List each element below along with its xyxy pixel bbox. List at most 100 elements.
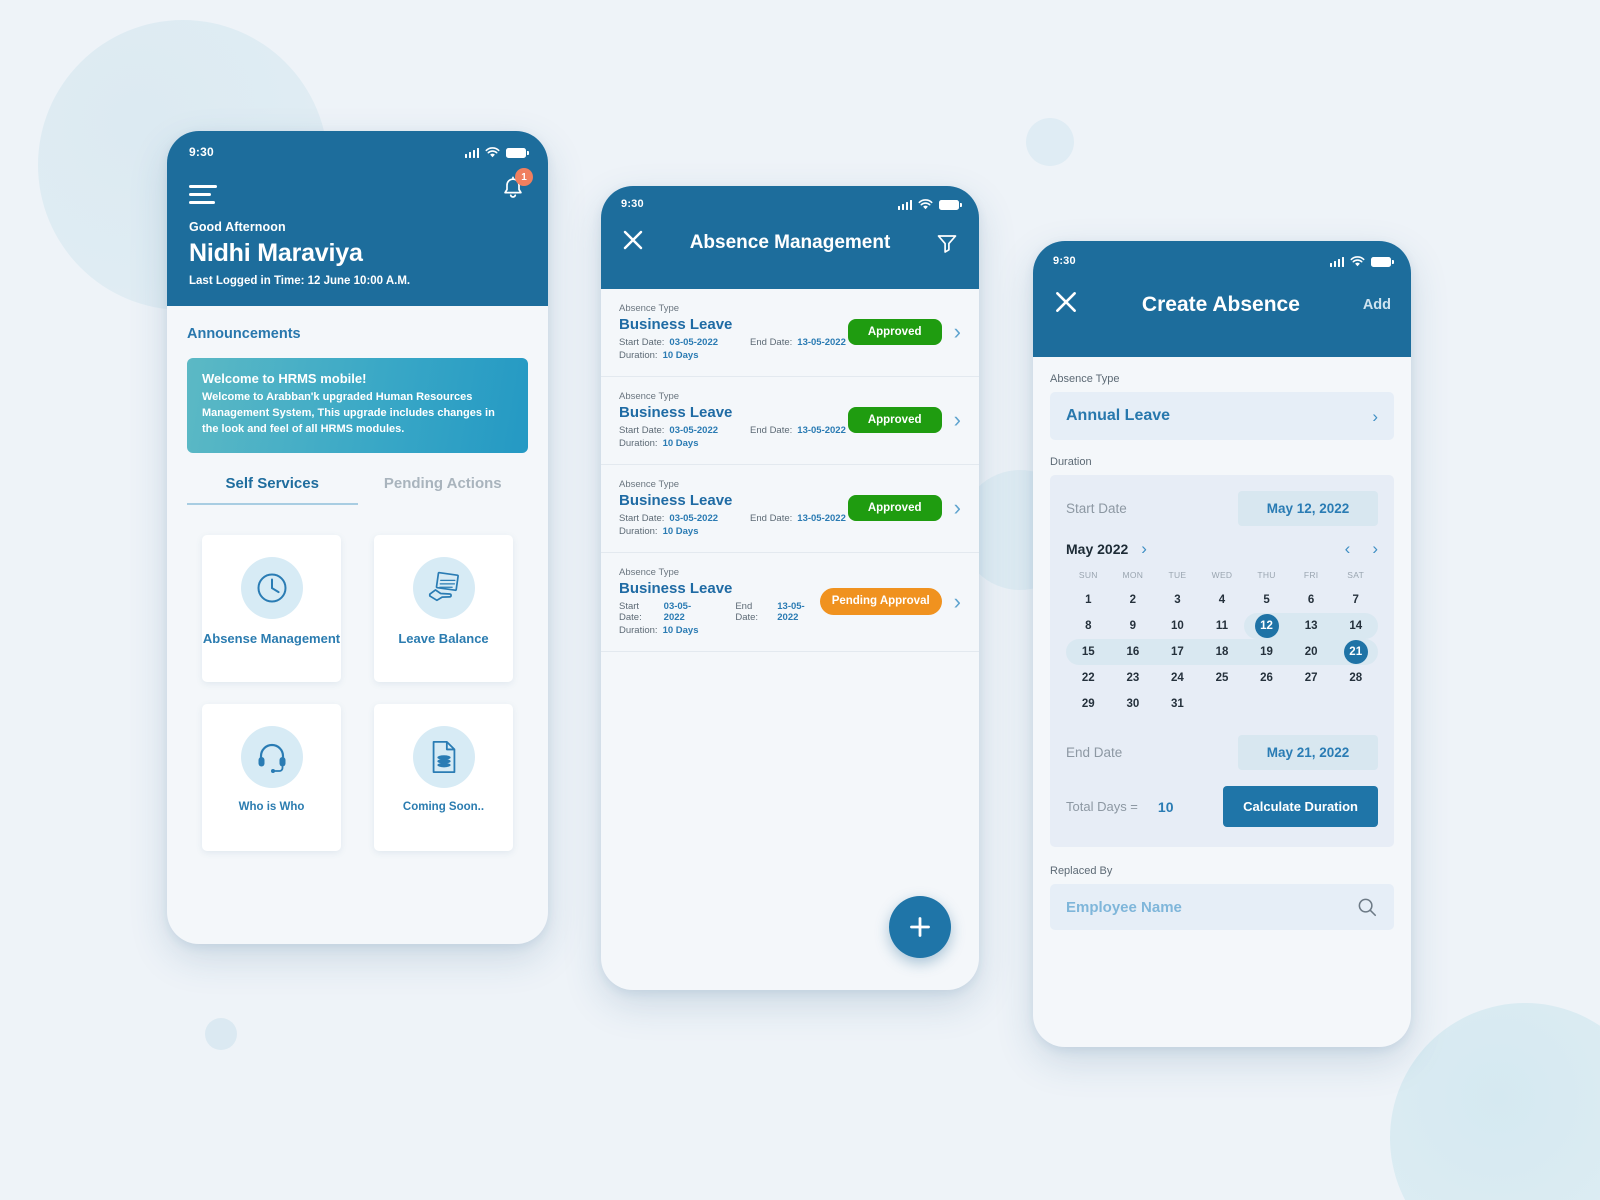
absence-dates: Start Date: 03-05-2022 End Date: 13-05-2… [619, 337, 848, 348]
employee-name-input[interactable] [1066, 898, 1356, 916]
service-card-who-is-who[interactable]: Who is Who [202, 703, 341, 851]
calendar-day-5[interactable]: 5 [1244, 587, 1289, 613]
calendar-day-15[interactable]: 15 [1066, 639, 1111, 665]
service-card-label: Who is Who [238, 800, 305, 813]
calendar-day-18[interactable]: 18 [1199, 639, 1245, 665]
absence-dates: Start Date: 03-05-2022 End Date: 13-05-2… [619, 601, 820, 623]
absence-duration: Duration: 10 Days [619, 438, 848, 449]
end-date-value[interactable]: May 21, 2022 [1238, 735, 1378, 770]
calendar-day-13[interactable]: 13 [1288, 613, 1334, 639]
signal-bars-icon [1329, 256, 1344, 267]
absence-row-details: Absence Type Business Leave Start Date: … [619, 391, 848, 449]
chevron-right-icon[interactable]: › [954, 497, 961, 519]
service-card-absence-management[interactable]: Absense Management [202, 534, 341, 682]
hamburger-menu-icon[interactable] [189, 185, 217, 204]
replaced-by-field[interactable] [1050, 884, 1394, 930]
calendar-day-29[interactable]: 29 [1066, 691, 1111, 717]
plus-icon [910, 917, 930, 937]
calculate-duration-button[interactable]: Calculate Duration [1223, 786, 1378, 827]
tab-self-services[interactable]: Self Services [187, 475, 358, 505]
table-row[interactable]: Absence Type Business Leave Start Date: … [601, 553, 979, 652]
calendar-day-6[interactable]: 6 [1289, 587, 1334, 613]
calendar-day-26[interactable]: 26 [1244, 665, 1289, 691]
calendar-day-7[interactable]: 7 [1333, 587, 1378, 613]
calendar-nav: ‹ › [1345, 540, 1378, 557]
filter-funnel-icon[interactable] [935, 231, 959, 255]
wifi-icon [1350, 255, 1365, 266]
page-title: Absence Management [689, 231, 891, 253]
chevron-right-icon[interactable]: › [954, 590, 961, 613]
calendar-day-number: 17 [1171, 646, 1184, 658]
calendar-day-14[interactable]: 14 [1333, 613, 1378, 639]
calendar-day-8[interactable]: 8 [1066, 613, 1111, 639]
calendar-day-30[interactable]: 30 [1111, 691, 1156, 717]
clock-icon [240, 556, 303, 619]
calendar-day-12[interactable]: 12 [1244, 613, 1289, 639]
calendar-day-16[interactable]: 16 [1110, 639, 1156, 665]
table-row[interactable]: Absence Type Business Leave Start Date: … [601, 289, 979, 377]
calendar-day-3[interactable]: 3 [1155, 587, 1200, 613]
calendar-day-19[interactable]: 19 [1244, 639, 1289, 665]
chevron-right-icon[interactable]: › [954, 409, 961, 431]
close-x-icon[interactable] [1053, 289, 1079, 320]
start-date-value: 03-05-2022 [669, 513, 719, 524]
duration-label: Duration: [619, 526, 658, 537]
calendar-day-17[interactable]: 17 [1155, 639, 1200, 665]
calendar-day-11[interactable]: 11 [1200, 613, 1245, 639]
absence-type-select[interactable]: Annual Leave › [1050, 392, 1394, 440]
calendar-day-24[interactable]: 24 [1155, 665, 1200, 691]
calendar-day-4[interactable]: 4 [1200, 587, 1245, 613]
prev-month-chevron-left-icon[interactable]: ‹ [1345, 540, 1351, 557]
greeting-text: Good Afternoon [189, 220, 286, 234]
calendar-day-22[interactable]: 22 [1066, 665, 1111, 691]
absence-duration: Duration: 10 Days [619, 526, 848, 537]
status-badge: Approved [847, 494, 942, 522]
absence-row-details: Absence Type Business Leave Start Date: … [619, 479, 848, 537]
calendar-day-28[interactable]: 28 [1333, 665, 1378, 691]
end-date-label: End Date [1066, 745, 1123, 760]
add-button[interactable]: Add [1363, 297, 1391, 313]
notification-bell-icon[interactable]: 1 [500, 168, 533, 208]
calendar-day-10[interactable]: 10 [1155, 613, 1200, 639]
home-body: Announcements Welcome to HRMS mobile! We… [167, 306, 548, 505]
start-date-value[interactable]: May 12, 2022 [1238, 491, 1378, 526]
search-icon[interactable] [1356, 896, 1378, 918]
add-absence-fab[interactable] [889, 896, 951, 958]
absence-type-value: Business Leave [619, 316, 733, 333]
duration-label: Duration [1050, 456, 1092, 468]
tab-pending-actions[interactable]: Pending Actions [358, 475, 529, 505]
duration-label: Duration: [619, 350, 658, 361]
next-month-chevron-right-icon[interactable]: › [1372, 540, 1378, 557]
start-date-label: Start Date: [619, 513, 665, 524]
calendar-day-number: 20 [1304, 646, 1318, 658]
calendar-day-2[interactable]: 2 [1111, 587, 1156, 613]
calendar-day-1[interactable]: 1 [1066, 587, 1111, 613]
close-x-icon[interactable] [621, 228, 645, 257]
announcement-card[interactable]: Welcome to HRMS mobile! Welcome to Arabb… [187, 358, 528, 453]
service-card-coming-soon[interactable]: Coming Soon.. [374, 703, 513, 851]
calendar-day-21[interactable]: 21 [1333, 639, 1378, 665]
create-absence-nav-row: Create Absence Add [1053, 289, 1391, 320]
calendar-day-number: 21 [1343, 640, 1368, 664]
calendar-day-25[interactable]: 25 [1200, 665, 1245, 691]
duration-value: 10 Days [662, 526, 699, 537]
month-expand-chevron-right-icon[interactable]: › [1141, 540, 1147, 557]
calendar-day-31[interactable]: 31 [1155, 691, 1200, 717]
end-date-label: End Date: [750, 337, 793, 348]
wifi-icon [918, 198, 933, 209]
status-bar: 9:30 [621, 198, 962, 210]
calendar-day-number: 18 [1215, 646, 1229, 658]
calendar-dow-wed: WED [1211, 570, 1233, 580]
calendar-day-number: 30 [1126, 698, 1140, 710]
create-absence-header: 9:30 Create Absence Add [1033, 241, 1411, 357]
absence-duration: Duration: 10 Days [619, 350, 848, 361]
service-card-leave-balance[interactable]: Leave Balance [374, 534, 513, 682]
table-row[interactable]: Absence Type Business Leave Start Date: … [601, 377, 979, 465]
calendar-day-20[interactable]: 20 [1288, 639, 1334, 665]
status-icons [897, 198, 962, 210]
calendar-day-9[interactable]: 9 [1111, 613, 1156, 639]
calendar-day-27[interactable]: 27 [1289, 665, 1334, 691]
calendar-day-23[interactable]: 23 [1111, 665, 1156, 691]
table-row[interactable]: Absence Type Business Leave Start Date: … [601, 465, 979, 553]
chevron-right-icon[interactable]: › [954, 321, 961, 343]
